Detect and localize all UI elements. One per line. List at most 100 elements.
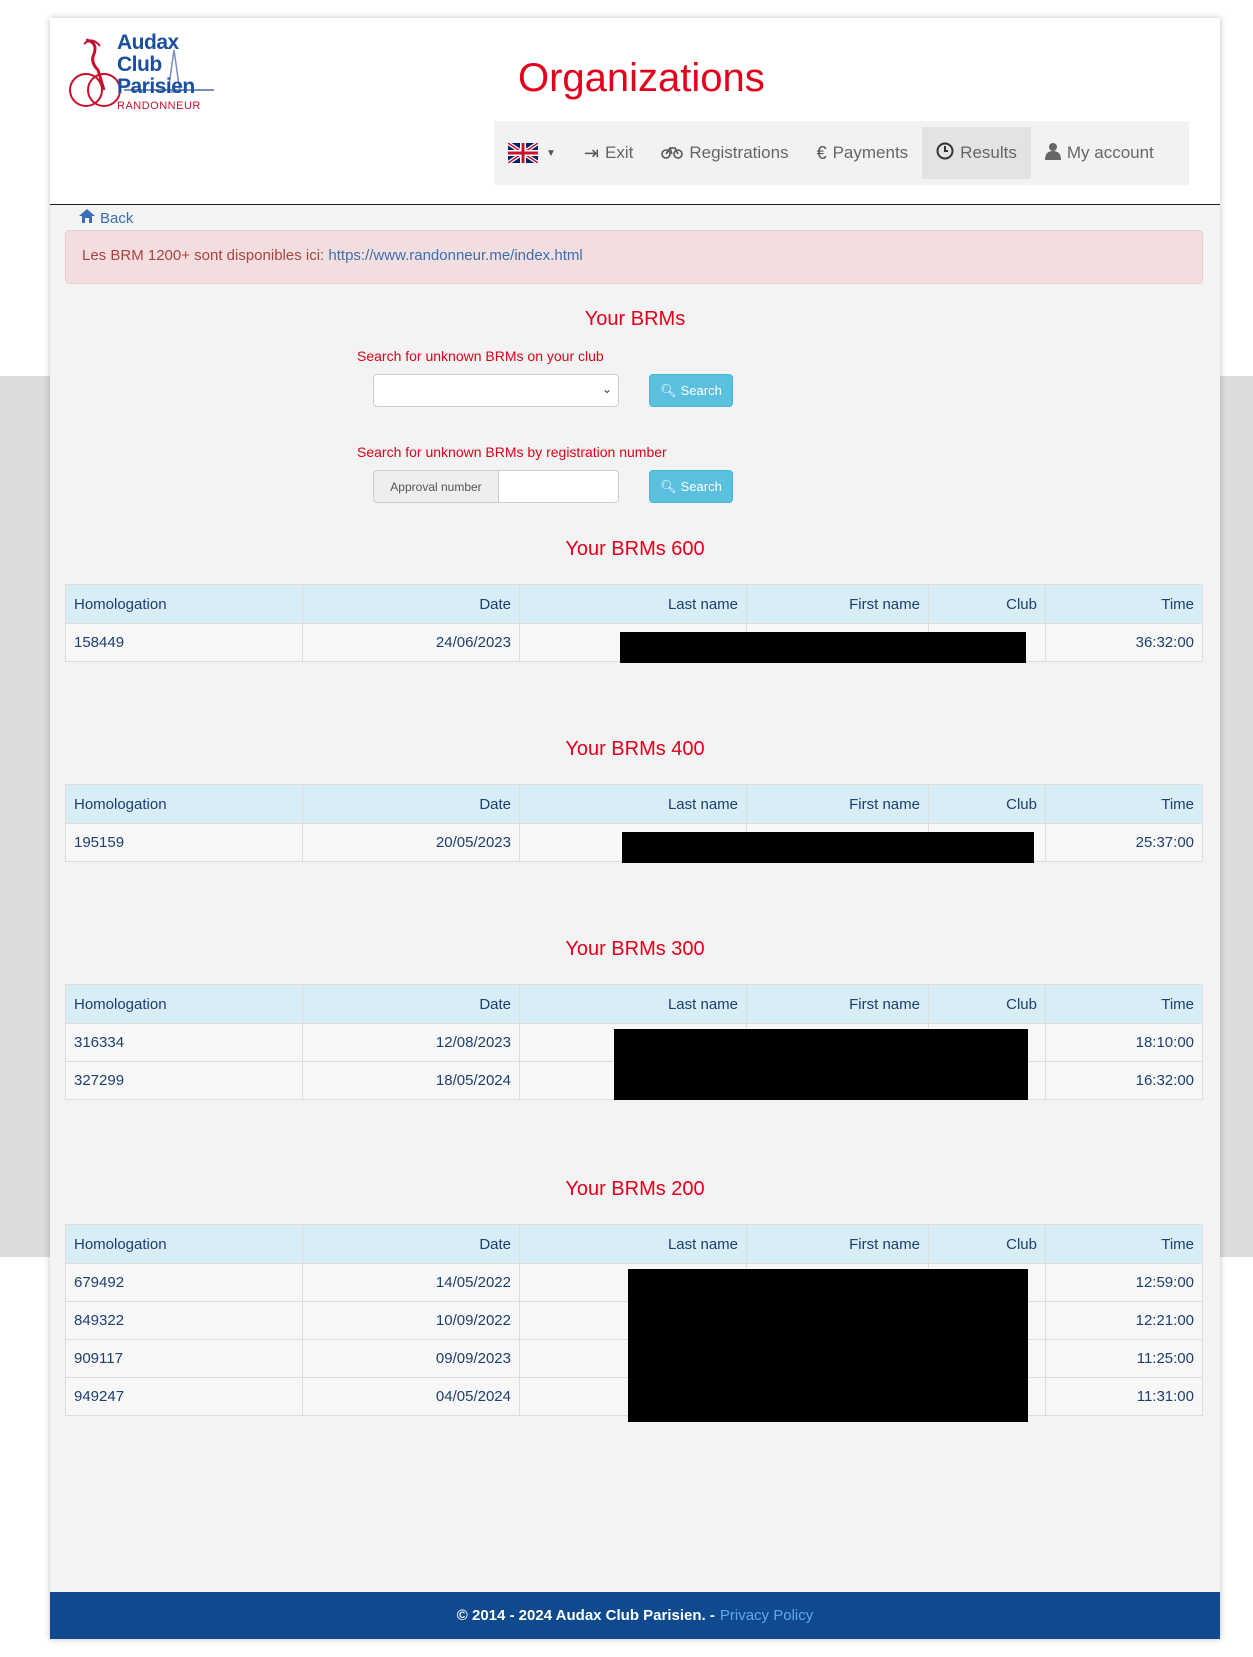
cell-time: 25:37:00	[1045, 823, 1203, 862]
registration-search-label: Search for unknown BRMs by registration …	[357, 444, 667, 460]
column-header-homologation: Homologation	[65, 784, 303, 824]
column-header-club: Club	[928, 584, 1046, 624]
cell-time: 16:32:00	[1045, 1061, 1203, 1100]
column-header-first-name: First name	[746, 1224, 929, 1264]
club-search-button[interactable]: 🔍︎ Search	[649, 374, 733, 407]
cell-date: 12/08/2023	[302, 1023, 520, 1062]
nav-my-account-label: My account	[1066, 143, 1154, 162]
caret-down-icon: ▼	[546, 147, 556, 159]
page-container: Audax Club Parisien RANDONNEUR Organizat…	[50, 18, 1220, 1639]
logo[interactable]: Audax Club Parisien RANDONNEUR	[64, 32, 214, 132]
cell-time: 12:59:00	[1045, 1263, 1203, 1302]
table-header-row: Homologation Date Last name First name Club T…	[65, 584, 1203, 624]
footer: © 2014 - 2024 Audax Club Parisien. - Pri…	[50, 1592, 1220, 1639]
redaction-block	[620, 632, 1026, 663]
alert-link[interactable]: https://www.randonneur.me/index.html	[328, 247, 582, 264]
column-header-homologation: Homologation	[65, 1224, 303, 1264]
uk-flag-icon	[508, 143, 538, 163]
section-title: Your BRMs 200	[565, 1178, 705, 1200]
nav-exit[interactable]: ⇥ Exit	[570, 127, 647, 179]
nav-results[interactable]: Results	[922, 127, 1031, 179]
cell-date: 04/05/2024	[302, 1377, 520, 1416]
cell-date: 18/05/2024	[302, 1061, 520, 1100]
language-dropdown[interactable]: ▼	[494, 127, 570, 179]
cell-time: 11:25:00	[1045, 1339, 1203, 1378]
search-icon: 🔍︎	[660, 478, 677, 494]
nav-registrations-label: Registrations	[689, 143, 789, 162]
info-alert: Les BRM 1200+ sont disponibles ici: http…	[65, 230, 1203, 284]
cell-homologation: 195159	[65, 823, 303, 862]
back-label: Back	[100, 209, 134, 227]
table-header-row: Homologation Date Last name First name Club T…	[65, 784, 1203, 824]
column-header-homologation: Homologation	[65, 584, 303, 624]
nav-my-account[interactable]: My account	[1031, 127, 1168, 179]
cell-homologation: 316334	[65, 1023, 303, 1062]
cell-homologation: 158449	[65, 623, 303, 662]
user-icon	[1044, 142, 1061, 165]
column-header-club: Club	[928, 1224, 1046, 1264]
column-header-time: Time	[1045, 784, 1203, 824]
header: Audax Club Parisien RANDONNEUR Organizat…	[50, 18, 1220, 205]
cell-homologation: 679492	[65, 1263, 303, 1302]
column-header-date: Date	[302, 584, 520, 624]
column-header-club: Club	[928, 784, 1046, 824]
column-header-homologation: Homologation	[65, 984, 303, 1024]
privacy-policy-link[interactable]: Privacy Policy	[720, 1607, 813, 1624]
registration-search-button[interactable]: 🔍︎ Search	[649, 470, 733, 503]
redaction-block	[614, 1029, 1028, 1100]
back-link[interactable]: Back	[78, 208, 133, 228]
club-search-button-label: Search	[680, 383, 722, 398]
page-title: Organizations	[518, 56, 765, 100]
approval-addon: Approval number	[373, 470, 499, 503]
column-header-last-name: Last name	[519, 1224, 747, 1264]
logo-text-parisien: Parisien	[117, 75, 195, 98]
column-header-first-name: First name	[746, 584, 929, 624]
alert-text: Les BRM 1200+ sont disponibles ici:	[82, 247, 329, 264]
nav-registrations[interactable]: Registrations	[647, 127, 802, 179]
logo-text-club: Club	[117, 53, 162, 76]
approval-input-group: Approval number	[373, 470, 619, 503]
table-header-row: Homologation Date Last name First name Club T…	[65, 984, 1203, 1024]
cell-time: 11:31:00	[1045, 1377, 1203, 1416]
approval-number-input[interactable]	[499, 470, 619, 503]
column-header-time: Time	[1045, 584, 1203, 624]
nav-payments[interactable]: € Payments	[803, 127, 923, 179]
cell-date: 24/06/2023	[302, 623, 520, 662]
cell-time: 18:10:00	[1045, 1023, 1203, 1062]
column-header-first-name: First name	[746, 784, 929, 824]
section-title: Your BRMs 600	[565, 538, 705, 560]
exit-icon: ⇥	[583, 142, 599, 163]
cell-date: 20/05/2023	[302, 823, 520, 862]
bicycle-icon	[661, 143, 684, 164]
table-header-row: Homologation Date Last name First name Club T…	[65, 1224, 1203, 1264]
nav-results-label: Results	[960, 143, 1017, 162]
redaction-block	[622, 832, 1034, 863]
main-navbar: ▼ ⇥ Exit Registrations € Payments Result…	[494, 121, 1189, 185]
cell-date: 09/09/2023	[302, 1339, 520, 1378]
cell-time: 36:32:00	[1045, 623, 1203, 662]
column-header-first-name: First name	[746, 984, 929, 1024]
column-header-date: Date	[302, 784, 520, 824]
euro-icon: €	[816, 142, 827, 163]
logo-text-audax: Audax	[117, 31, 179, 54]
club-search-label: Search for unknown BRMs on your club	[357, 348, 604, 364]
column-header-date: Date	[302, 1224, 520, 1264]
column-header-club: Club	[928, 984, 1046, 1024]
registration-search-button-label: Search	[680, 479, 722, 494]
column-header-time: Time	[1045, 1224, 1203, 1264]
club-select[interactable]: ⌄	[373, 374, 619, 407]
section-title: Your BRMs 300	[565, 938, 705, 960]
cell-homologation: 849322	[65, 1301, 303, 1340]
clock-icon	[936, 142, 954, 165]
cell-date: 10/09/2022	[302, 1301, 520, 1340]
column-header-time: Time	[1045, 984, 1203, 1024]
nav-payments-label: Payments	[832, 143, 909, 162]
redaction-block	[628, 1269, 1028, 1422]
cell-homologation: 327299	[65, 1061, 303, 1100]
your-brms-title: Your BRMs	[584, 308, 686, 330]
chevron-down-icon: ⌄	[601, 382, 612, 396]
cell-date: 14/05/2022	[302, 1263, 520, 1302]
cell-homologation: 949247	[65, 1377, 303, 1416]
copyright-text: © 2014 - 2024 Audax Club Parisien. -	[456, 1607, 715, 1624]
column-header-last-name: Last name	[519, 984, 747, 1024]
